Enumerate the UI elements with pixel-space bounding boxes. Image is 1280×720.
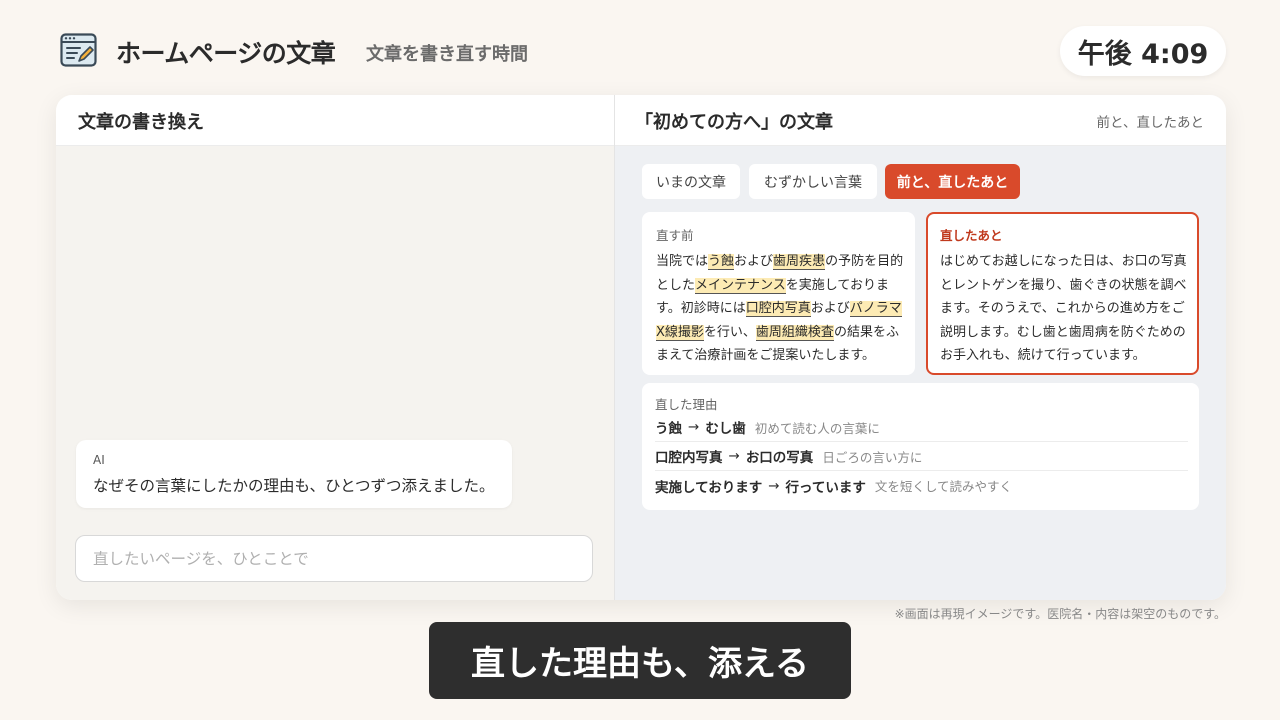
before-text: 当院ではう蝕および歯周疾患の予防を目的としたメインテナンスを実施しております。初… — [656, 250, 906, 368]
chat-header: 文章の書き換え — [56, 95, 614, 146]
document-edit-icon — [60, 33, 97, 67]
arrow-right-icon: → — [728, 448, 740, 464]
after-label: 直したあと — [940, 228, 1003, 243]
before-card: 直す前 当院ではう蝕および歯周疾患の予防を目的としたメインテナンスを実施しており… — [642, 212, 915, 375]
before-text-segment: および — [810, 301, 850, 316]
difficult-term-highlight: メインテナンス — [695, 277, 786, 294]
chat-title: 文章の書き換え — [78, 112, 204, 133]
reason-from: 実施しております — [655, 479, 763, 496]
app-title: ホームページの文章 — [116, 39, 336, 68]
reason-from: 口腔内写真 — [655, 450, 723, 466]
clock: 午後 4:09 — [1060, 26, 1226, 76]
view-mode-label: 前と、直したあと — [1096, 115, 1204, 131]
reason-to: お口の写真 — [745, 450, 814, 466]
reason-row: 口腔内写真 → お口の写真 日ごろの言い方に — [655, 442, 1188, 471]
difficult-term-highlight: 歯周疾患 — [773, 254, 826, 270]
document-pane: 「初めての方へ」の文章 前と、直したあと いまの文章 むずかしい言葉 前と、直し… — [615, 95, 1226, 600]
after-text: はじめてお越しになった日は、お口の写真とレントゲンを撮り、歯ぐきの状態を調べます… — [940, 254, 1187, 363]
reason-note: 日ごろの言い方に — [822, 449, 923, 465]
before-text-segment: および — [734, 254, 774, 269]
app-subtitle: 文章を書き直す時間 — [366, 44, 528, 65]
reason-row: 実施しております → 行っています 文を短くして読みやすく — [655, 471, 1188, 500]
disclaimer: ※画面は再現イメージです。医院名・内容は架空のものです。 — [894, 607, 1226, 621]
before-text-segment: 当院では — [656, 254, 709, 269]
document-title: 「初めての方へ」の文章 — [635, 112, 833, 133]
difficult-term-highlight: 口腔内写真 — [745, 301, 811, 317]
caption-subtitle: 直した理由も、添える — [429, 622, 851, 699]
ai-message: AI なぜその言葉にしたかの理由も、ひとつずつ添えました。 — [76, 440, 512, 508]
reason-note: 文を短くして読みやすく — [874, 479, 1012, 494]
tab-difficult-words[interactable]: むずかしい言葉 — [749, 164, 877, 199]
before-label: 直す前 — [656, 228, 694, 243]
difficult-term-highlight: う蝕 — [708, 254, 735, 270]
chat-pane: 文章の書き換え AI なぜその言葉にしたかの理由も、ひとつずつ添えました。 — [56, 95, 614, 600]
ai-sender-label: AI — [93, 453, 105, 467]
reasons-title: 直した理由 — [655, 397, 718, 412]
arrow-right-icon: → — [768, 477, 780, 494]
after-card: 直したあと はじめてお越しになった日は、お口の写真とレントゲンを撮り、歯ぐきの状… — [926, 212, 1199, 375]
chat-input[interactable] — [75, 535, 593, 582]
reason-note: 初めて読む人の言葉に — [754, 420, 880, 436]
reason-from: う蝕 — [655, 421, 682, 437]
ai-message-text: なぜその言葉にしたかの理由も、ひとつずつ添えました。 — [93, 477, 495, 495]
main-window: 文章の書き換え AI なぜその言葉にしたかの理由も、ひとつずつ添えました。 「初… — [56, 95, 1226, 600]
document-header: 「初めての方へ」の文章 前と、直したあと — [615, 95, 1226, 146]
before-text-segment: を行い、 — [703, 324, 756, 340]
difficult-term-highlight: 歯周組織検査 — [755, 324, 834, 341]
tab-current-text[interactable]: いまの文章 — [642, 164, 740, 199]
reason-to: 行っています — [785, 479, 866, 496]
arrow-right-icon: → — [688, 419, 700, 435]
reason-to: むし歯 — [705, 421, 746, 437]
reasons-panel: 直した理由 う蝕 → むし歯 初めて読む人の言葉に 口腔内写真 → お口の写真 … — [642, 383, 1199, 510]
tab-before-after[interactable]: 前と、直したあと — [885, 164, 1020, 199]
reason-row: う蝕 → むし歯 初めて読む人の言葉に — [655, 413, 1188, 442]
